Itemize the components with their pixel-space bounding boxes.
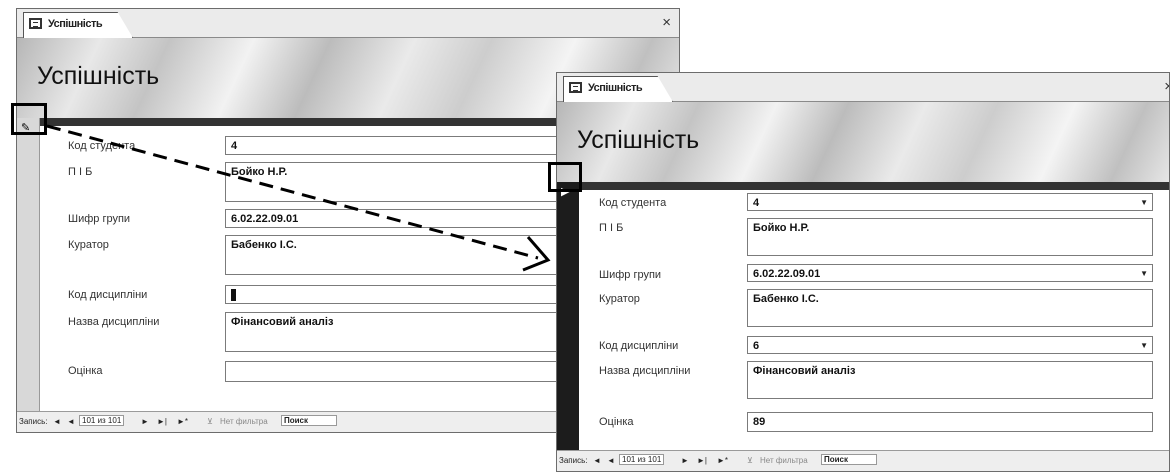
- transition-arrow: [46, 124, 551, 272]
- dashed-arrow-line: [46, 124, 539, 260]
